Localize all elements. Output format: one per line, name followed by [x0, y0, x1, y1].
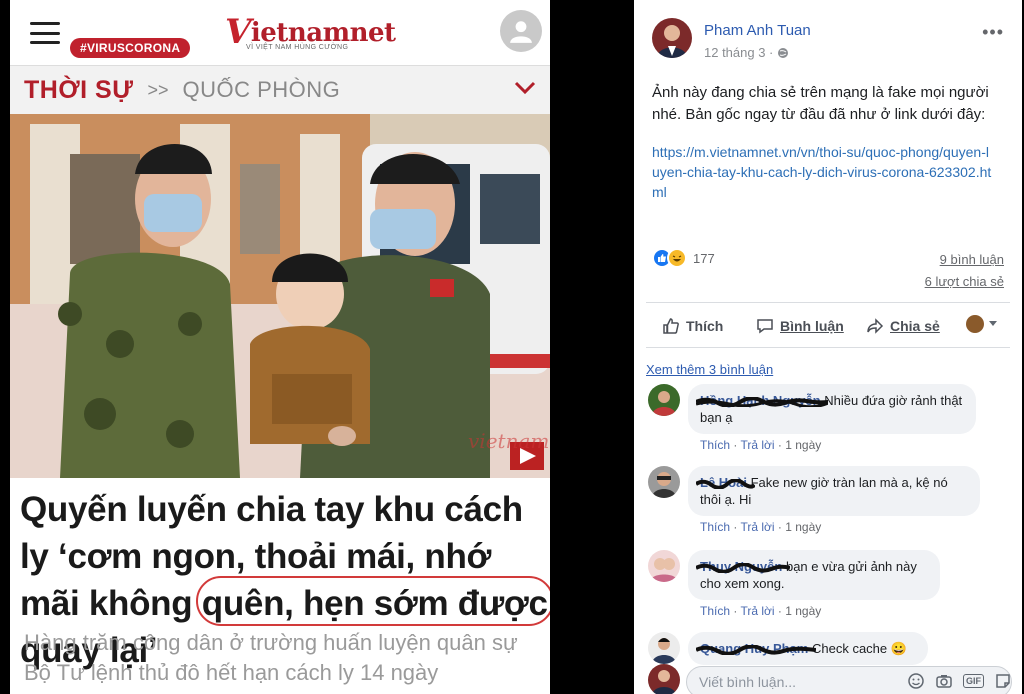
comment-time[interactable]: 1 ngày [785, 520, 821, 534]
post-article-link[interactable]: https://m.vietnamnet.vn/vn/thoi-su/quoc-… [652, 142, 992, 202]
thumbs-up-icon [663, 318, 679, 334]
comment-meta: Thích · Trả lời · 1 ngày [700, 520, 822, 534]
like-label[interactable]: Thích [686, 318, 723, 334]
commenter-avatar[interactable] [648, 550, 680, 582]
comment-text: Check cache 😀 [811, 641, 907, 656]
breadcrumb-subsection[interactable]: QUỐC PHÒNG [183, 77, 341, 103]
breadcrumb-separator: >> [147, 79, 169, 100]
comment-meta: Thích · Trả lời · 1 ngày [700, 604, 822, 618]
post-time-text[interactable]: 12 tháng 3 · [704, 45, 773, 60]
write-comment-bar: Viết bình luận... GIF [634, 660, 1022, 694]
breadcrumb: THỜI SỰ >> QUỐC PHÒNG [10, 66, 550, 114]
comment-meta: Thích · Trả lời · 1 ngày [700, 438, 822, 452]
haha-reaction-icon [667, 248, 687, 268]
comment-reply-link[interactable]: Trả lời [740, 438, 774, 452]
article-screenshot: #VIRUSCORONA Vietnamnet VÌ VIỆT NAM HÙNG… [10, 0, 550, 694]
camera-icon[interactable] [935, 672, 953, 690]
commenter-avatar[interactable] [648, 384, 680, 416]
comment-author[interactable]: Thuy Nguyễn [696, 559, 790, 574]
reaction-audience-selector[interactable] [966, 315, 998, 333]
photo-watermark: vietnamnet [468, 429, 550, 453]
comment-like-link[interactable]: Thích [700, 604, 730, 618]
author-avatar[interactable] [652, 18, 692, 58]
share-count-link[interactable]: 6 lượt chia sẻ [925, 274, 1004, 289]
post-timestamp[interactable]: 12 tháng 3 · [704, 45, 789, 60]
comment-reply-link[interactable]: Trả lời [740, 520, 774, 534]
comment-input-tools: GIF [907, 672, 1012, 690]
see-more-comments-link[interactable]: Xem thêm 3 bình luận [646, 362, 773, 377]
comment-input-placeholder[interactable]: Viết bình luận... [699, 674, 796, 690]
share-button[interactable]: Chia sẻ [866, 317, 940, 335]
facebook-post: Pham Anh Tuan 12 tháng 3 · ••• Ảnh này đ… [634, 0, 1022, 694]
more-options-icon[interactable]: ••• [982, 22, 1004, 43]
globe-icon [778, 47, 789, 58]
share-arrow-icon [867, 318, 884, 334]
comment-author[interactable]: Lê Hoài [696, 475, 755, 490]
reaction-summary[interactable]: 177 [652, 248, 715, 268]
user-account-icon[interactable] [500, 10, 542, 52]
article-subtext: Hàng trăm công dân ở trường huấn luyện q… [24, 630, 518, 685]
share-label[interactable]: Chia sẻ [890, 318, 940, 334]
post-body-text: Ảnh này đang chia sẻ trên mạng là fake m… [652, 84, 989, 123]
screenshot-stage: #VIRUSCORONA Vietnamnet VÌ VIỆT NAM HÙNG… [0, 0, 1024, 694]
mini-avatar [966, 315, 984, 333]
like-button[interactable]: Thích [662, 317, 723, 335]
caret-down-icon [989, 321, 997, 326]
comment-time[interactable]: 1 ngày [785, 604, 821, 618]
comment-button[interactable]: Bình luận [756, 317, 844, 335]
speech-bubble-icon [757, 319, 773, 334]
post-action-bar: Thích Bình luận Chia sẻ [646, 302, 1010, 348]
article-photo: vietnamnet [10, 114, 550, 478]
logo-slogan: VÌ VIỆT NAM HÙNG CƯỜNG [246, 44, 349, 51]
comment-author[interactable]: Hồng Hạnh Nguyễn [696, 393, 829, 408]
comment-count-link[interactable]: 9 bình luận [940, 252, 1004, 267]
chevron-down-icon[interactable] [514, 80, 536, 96]
reaction-count: 177 [693, 250, 715, 266]
comment-author[interactable]: Quang Huy Phạm [696, 641, 816, 656]
comment-like-link[interactable]: Thích [700, 520, 730, 534]
sticker-icon[interactable] [994, 672, 1012, 690]
article-topbar: #VIRUSCORONA Vietnamnet VÌ VIỆT NAM HÙNG… [10, 0, 550, 66]
comment-bubble: Thuy Nguyễn bạn e vừa gửi ảnh này cho xe… [688, 550, 940, 600]
comment-time[interactable]: 1 ngày [785, 438, 821, 452]
current-user-avatar[interactable] [648, 664, 680, 694]
hamburger-menu-icon[interactable] [30, 22, 60, 44]
virus-corona-tag[interactable]: #VIRUSCORONA [70, 38, 191, 58]
post-header: Pham Anh Tuan 12 tháng 3 · ••• [634, 0, 1022, 72]
emoji-icon[interactable] [907, 672, 925, 690]
gif-icon[interactable]: GIF [963, 674, 984, 688]
comment-like-link[interactable]: Thích [700, 438, 730, 452]
comment-bubble: Lê Hoài Fake new giờ tràn lan mà a, kệ n… [688, 466, 980, 516]
comment-reply-link[interactable]: Trả lời [740, 604, 774, 618]
commenter-avatar[interactable] [648, 466, 680, 498]
comment-label[interactable]: Bình luận [780, 318, 844, 334]
post-author-name[interactable]: Pham Anh Tuan [704, 22, 811, 39]
comment-bubble: Hồng Hạnh Nguyễn Nhiều đứa giờ rảnh thật… [688, 384, 976, 434]
breadcrumb-section[interactable]: THỜI SỰ [24, 76, 133, 105]
